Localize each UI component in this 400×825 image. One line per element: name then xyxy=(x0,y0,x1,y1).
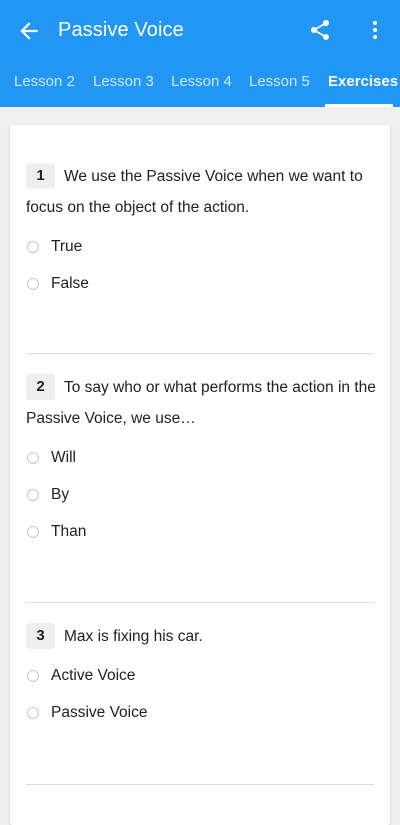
question-number: 1 xyxy=(26,163,55,189)
page-title: Passive Voice xyxy=(58,19,184,41)
question-text: 1 We use the Passive Voice when we want t… xyxy=(26,161,376,223)
option-label: Will xyxy=(51,449,76,466)
tab-lesson-2[interactable]: Lesson 2 xyxy=(14,73,75,91)
divider xyxy=(26,353,374,354)
question-1: 1 We use the Passive Voice when we want t… xyxy=(26,161,376,303)
option-label: Than xyxy=(51,523,87,540)
option-label: By xyxy=(51,486,70,503)
app-bar: Passive Voice Lesson 2 Lesson 3 Lesson 4… xyxy=(0,0,400,107)
tab-exercises[interactable]: Exercises xyxy=(328,73,398,91)
option-radio[interactable]: Active Voice xyxy=(26,658,376,695)
option-radio[interactable]: Passive Voice xyxy=(26,695,376,732)
radio-button[interactable] xyxy=(27,670,39,682)
share-icon[interactable] xyxy=(308,18,332,42)
option-label: Active Voice xyxy=(51,667,136,684)
option-radio[interactable]: By xyxy=(26,477,376,514)
radio-button[interactable] xyxy=(27,241,39,253)
radio-button[interactable] xyxy=(27,707,39,719)
question-number: 3 xyxy=(26,623,55,649)
tab-lesson-3[interactable]: Lesson 3 xyxy=(93,73,154,91)
radio-button[interactable] xyxy=(27,278,39,290)
option-label: False xyxy=(51,275,89,292)
question-text: 3 Max is fixing his car. xyxy=(26,621,376,652)
exercise-card: 1 We use the Passive Voice when we want t… xyxy=(10,125,390,825)
radio-button[interactable] xyxy=(27,452,39,464)
radio-button[interactable] xyxy=(27,526,39,538)
question-prompt: We use the Passive Voice when we want to… xyxy=(26,168,363,216)
arrow-left-icon[interactable] xyxy=(16,18,42,44)
divider xyxy=(26,784,374,785)
options-list: Active Voice Passive Voice xyxy=(26,658,376,732)
divider xyxy=(26,602,374,603)
question-text: 2 To say who or what performs the action … xyxy=(26,372,376,434)
tab-bar: Lesson 2 Lesson 3 Lesson 4 Lesson 5 Exer… xyxy=(0,60,400,107)
question-3: 3 Max is fixing his car. Active Voice Pas… xyxy=(26,621,376,732)
more-vertical-icon[interactable] xyxy=(363,18,387,42)
tab-lesson-4[interactable]: Lesson 4 xyxy=(171,73,232,91)
question-number: 2 xyxy=(26,374,55,400)
option-label: Passive Voice xyxy=(51,704,148,721)
toolbar: Passive Voice xyxy=(0,0,400,60)
tab-indicator xyxy=(325,104,393,107)
options-list: True False xyxy=(26,229,376,303)
options-list: Will By Than xyxy=(26,440,376,551)
radio-button[interactable] xyxy=(27,489,39,501)
option-radio[interactable]: Than xyxy=(26,514,376,551)
tab-lesson-5[interactable]: Lesson 5 xyxy=(249,73,310,91)
option-radio[interactable]: True xyxy=(26,229,376,266)
question-prompt: Max is fixing his car. xyxy=(64,628,203,645)
option-radio[interactable]: False xyxy=(26,266,376,303)
question-prompt: To say who or what performs the action i… xyxy=(26,379,376,427)
question-2: 2 To say who or what performs the action … xyxy=(26,372,376,551)
option-radio[interactable]: Will xyxy=(26,440,376,477)
option-label: True xyxy=(51,238,83,255)
